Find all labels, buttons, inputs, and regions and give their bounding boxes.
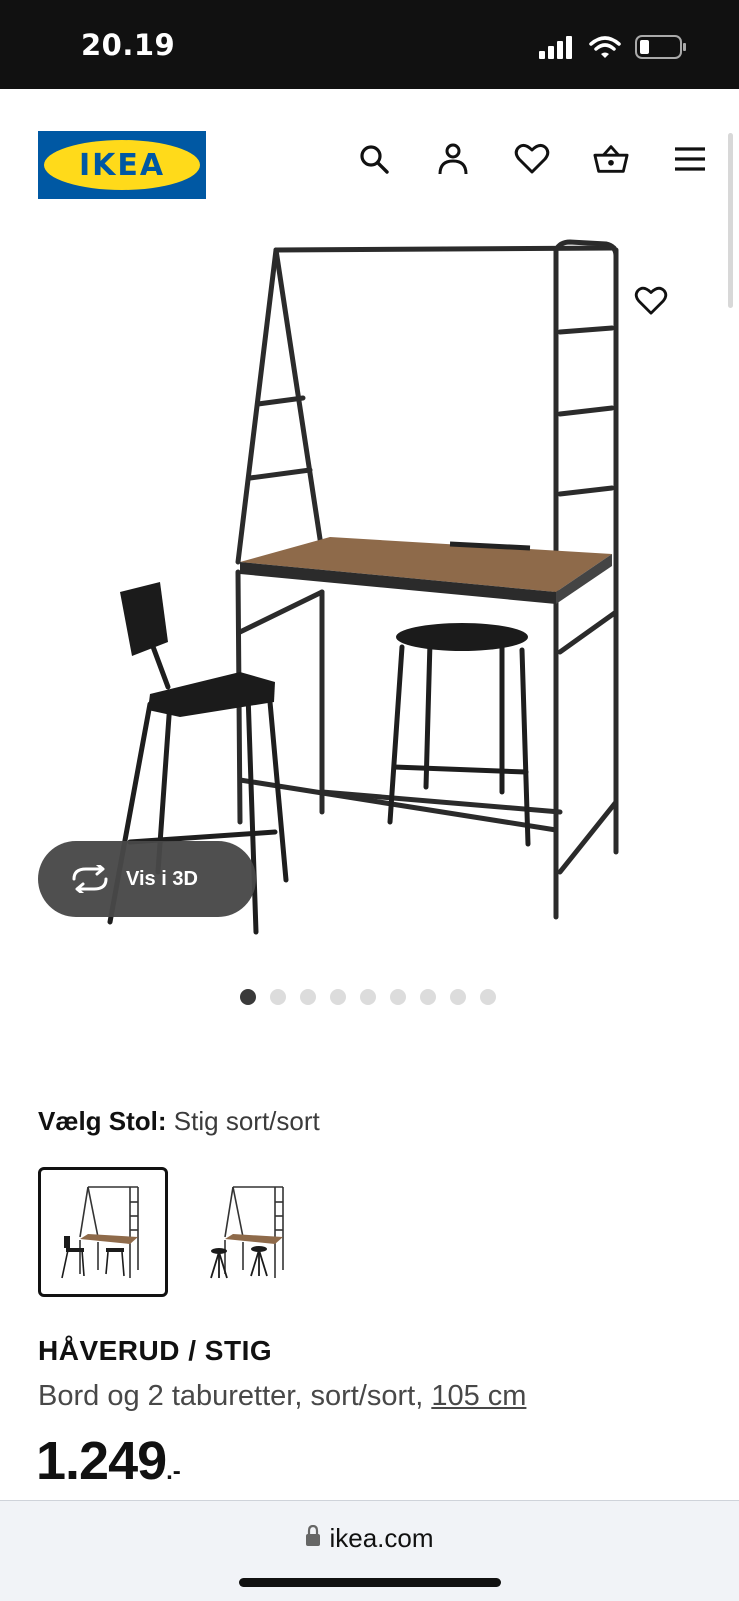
url-text: ikea.com	[329, 1523, 434, 1553]
browser-address-bar[interactable]: ikea.com	[0, 1500, 739, 1601]
product-name: HÅVERUD / STIG	[38, 1335, 273, 1366]
account-icon[interactable]	[435, 141, 471, 177]
carousel-dot[interactable]	[390, 989, 406, 1005]
price-amount: 1.249	[36, 1431, 167, 1491]
heart-icon[interactable]	[514, 141, 550, 177]
product-description-text: Bord og 2 taburetter, sort/sort,	[38, 1380, 432, 1412]
chair-option-label: Vælg Stol:	[38, 1106, 167, 1136]
rotate-3d-icon	[70, 864, 112, 894]
scroll-indicator[interactable]	[728, 133, 733, 308]
carousel-dot[interactable]	[300, 989, 316, 1005]
product-description: Bord og 2 taburetter, sort/sort, 105 cm	[38, 1380, 526, 1413]
logo-text: IKEA	[44, 140, 200, 190]
carousel-dot[interactable]	[360, 989, 376, 1005]
carousel-dot[interactable]	[330, 989, 346, 1005]
lock-icon	[305, 1524, 321, 1552]
search-icon[interactable]	[356, 141, 392, 177]
status-time: 20.19	[81, 28, 176, 62]
product-size-link[interactable]: 105 cm	[431, 1380, 526, 1412]
ikea-logo[interactable]: IKEA	[38, 131, 206, 199]
variant-stool[interactable]	[183, 1167, 313, 1297]
signal-icon	[539, 35, 575, 64]
home-indicator[interactable]	[239, 1578, 501, 1587]
carousel-dot[interactable]	[450, 989, 466, 1005]
carousel-dots	[240, 989, 496, 1005]
view-in-3d-button[interactable]: Vis i 3D	[38, 841, 256, 917]
chair-option-value: Stig sort/sort	[173, 1106, 320, 1136]
carousel-dot[interactable]	[270, 989, 286, 1005]
add-to-favourites-button[interactable]	[627, 277, 675, 325]
carousel-dot[interactable]	[480, 989, 496, 1005]
heart-outline-icon	[634, 286, 668, 315]
carousel-dot[interactable]	[420, 989, 436, 1005]
variant-stig[interactable]	[38, 1167, 168, 1297]
menu-icon[interactable]	[672, 141, 708, 177]
status-icons	[539, 34, 687, 65]
url-row[interactable]: ikea.com	[0, 1523, 739, 1554]
view-in-3d-label: Vis i 3D	[126, 867, 198, 890]
price-suffix: .-	[166, 1458, 181, 1485]
carousel-dot[interactable]	[240, 989, 256, 1005]
basket-icon[interactable]	[593, 141, 629, 177]
chair-option: Vælg Stol: Stig sort/sort	[38, 1106, 320, 1137]
product-price: 1.249.-	[36, 1430, 181, 1492]
header-icons	[356, 141, 708, 177]
battery-icon	[635, 34, 687, 65]
status-bar: 20.19	[0, 0, 739, 89]
wifi-icon	[589, 35, 621, 64]
